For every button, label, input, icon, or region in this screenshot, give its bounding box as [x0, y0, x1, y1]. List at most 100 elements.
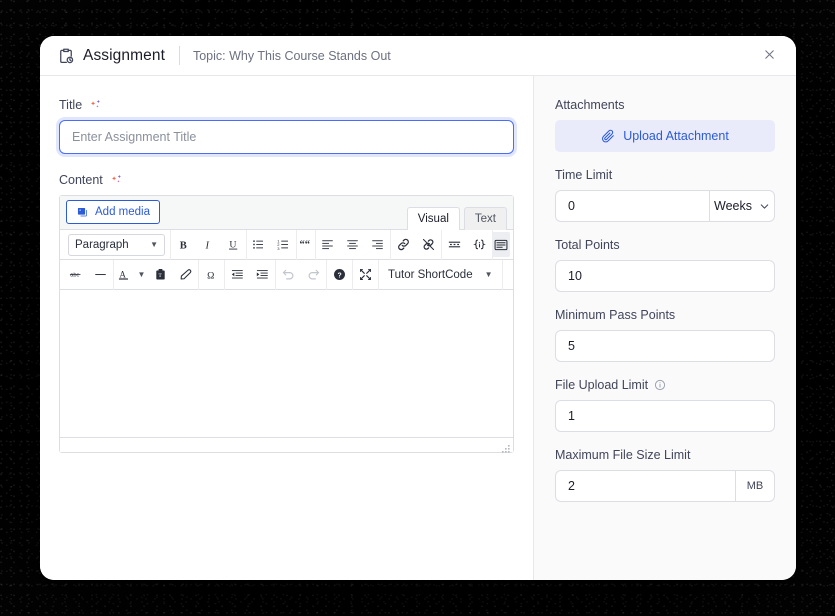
paste-as-text-icon[interactable]: T	[148, 262, 173, 287]
time-limit-combo: Weeks	[555, 190, 775, 222]
toolbar-group-misc: abc	[63, 260, 113, 289]
undo-icon[interactable]	[276, 262, 301, 287]
toolbar-group-inline: B I U	[171, 230, 246, 259]
time-limit-label: Time Limit	[555, 168, 613, 182]
close-button[interactable]	[756, 43, 782, 69]
clipboard-clock-icon	[57, 47, 75, 65]
insert-read-more-icon[interactable]	[442, 232, 467, 257]
unlink-icon[interactable]	[416, 232, 441, 257]
chevron-down-icon: ▼	[150, 240, 158, 249]
maximum-file-size-combo: MB	[555, 470, 775, 502]
minimum-pass-points-input[interactable]	[555, 330, 775, 362]
editor-topbar: Add media Visual Text	[60, 196, 513, 230]
modal-body: Title Content	[40, 76, 796, 580]
svg-text:3: 3	[278, 246, 281, 251]
indent-icon[interactable]	[250, 262, 275, 287]
outdent-icon[interactable]	[225, 262, 250, 287]
blockquote-icon[interactable]: “ “	[297, 232, 315, 257]
assignment-title-input[interactable]	[59, 120, 514, 154]
toolbar-group-history	[276, 260, 326, 289]
toolbar-divider	[501, 259, 503, 290]
maximum-file-size-input[interactable]	[555, 470, 735, 502]
tab-text[interactable]: Text	[463, 207, 507, 230]
paperclip-icon	[601, 129, 615, 143]
toolbar-group-align	[315, 230, 390, 259]
add-media-button[interactable]: Add media	[66, 200, 160, 224]
toolbar-group-lists: 1 2 3	[246, 230, 296, 259]
text-color-icon[interactable]: A ▼	[114, 262, 148, 287]
svg-text:Ω: Ω	[207, 270, 214, 281]
resize-handle[interactable]	[501, 441, 511, 453]
info-circle-icon[interactable]	[654, 379, 666, 391]
upload-attachment-label: Upload Attachment	[623, 129, 729, 143]
svg-text:B: B	[179, 240, 186, 251]
fullscreen-icon[interactable]	[353, 262, 378, 287]
horizontal-rule-icon[interactable]	[88, 262, 113, 287]
bulleted-list-icon[interactable]	[246, 232, 271, 257]
header-divider	[178, 46, 180, 65]
align-right-icon[interactable]	[365, 232, 390, 257]
clear-formatting-icon[interactable]	[173, 262, 198, 287]
text-color-swatch: A	[117, 268, 132, 281]
shortcode-icon[interactable]	[467, 232, 492, 257]
italic-icon[interactable]: I	[196, 232, 221, 257]
time-limit-unit-select[interactable]: Weeks	[709, 190, 775, 222]
attachments-block: Attachments Upload Attachment	[555, 98, 775, 152]
svg-text:A: A	[119, 270, 126, 280]
right-pane: Attachments Upload Attachment Time Limit	[534, 76, 796, 580]
align-center-icon[interactable]	[340, 232, 365, 257]
svg-text:abc: abc	[70, 272, 79, 278]
toolbar-group-color: A ▼ T	[114, 260, 198, 289]
toolbar-group-insert	[442, 230, 492, 259]
left-pane: Title Content	[40, 76, 534, 580]
format-select[interactable]: Paragraph ▼	[68, 233, 165, 256]
file-upload-limit-input[interactable]	[555, 400, 775, 432]
chevron-down-icon	[759, 201, 770, 212]
align-left-icon[interactable]	[315, 232, 340, 257]
content-field-label: Content	[59, 173, 514, 187]
special-character-icon[interactable]: Ω	[199, 262, 224, 287]
add-media-label: Add media	[95, 206, 150, 218]
time-limit-input[interactable]	[555, 190, 709, 222]
chevron-down-icon: ▼	[137, 270, 146, 279]
assignment-modal: Assignment Topic: Why This Course Stands…	[40, 36, 796, 580]
strikethrough-icon[interactable]: abc	[63, 262, 88, 287]
tutor-shortcode-button[interactable]: Tutor ShortCode ▼	[379, 262, 502, 287]
close-icon	[762, 47, 777, 65]
modal-header: Assignment Topic: Why This Course Stands…	[40, 36, 796, 76]
underline-icon[interactable]: U	[221, 232, 246, 257]
total-points-input[interactable]	[555, 260, 775, 292]
file-upload-limit-block: File Upload Limit	[555, 378, 775, 432]
editor-toolbar-row-2: abc A ▼ T Ω ? Tutor ShortCode ▼	[60, 259, 513, 290]
redo-icon[interactable]	[301, 262, 326, 287]
title-field-label: Title	[59, 98, 514, 112]
time-limit-block: Time Limit Weeks	[555, 168, 775, 222]
title-label-text: Title	[59, 98, 83, 112]
editor-content-area[interactable]	[60, 290, 513, 437]
page-title: Assignment	[83, 46, 165, 64]
upload-attachment-button[interactable]: Upload Attachment	[555, 120, 775, 152]
toolbar-group-indent	[225, 260, 275, 289]
sparkle-ai-icon[interactable]	[89, 98, 103, 112]
tab-visual[interactable]: Visual	[406, 207, 460, 230]
media-icon	[76, 206, 89, 219]
svg-text:“: “	[300, 240, 305, 251]
total-points-label: Total Points	[555, 238, 620, 252]
editor-footer	[60, 437, 513, 453]
content-editor: Add media Visual Text Paragraph ▼ B I U …	[59, 195, 514, 453]
help-icon[interactable]: ?	[327, 262, 352, 287]
maximum-file-size-limit-block: Maximum File Size Limit MB	[555, 448, 775, 502]
tutor-shortcode-label: Tutor ShortCode	[388, 268, 473, 281]
editor-mode-tabs: Visual Text	[403, 206, 507, 230]
toggle-toolbar-icon[interactable]	[492, 232, 511, 257]
svg-text:?: ?	[338, 272, 342, 279]
bold-icon[interactable]: B	[171, 232, 196, 257]
link-icon[interactable]	[391, 232, 416, 257]
svg-text:“: “	[305, 240, 310, 251]
numbered-list-icon[interactable]: 1 2 3	[271, 232, 296, 257]
svg-text:I: I	[204, 240, 209, 251]
total-points-block: Total Points	[555, 238, 775, 292]
minimum-pass-points-label: Minimum Pass Points	[555, 308, 676, 322]
format-select-value: Paragraph	[75, 238, 129, 251]
sparkle-ai-icon[interactable]	[110, 173, 124, 187]
